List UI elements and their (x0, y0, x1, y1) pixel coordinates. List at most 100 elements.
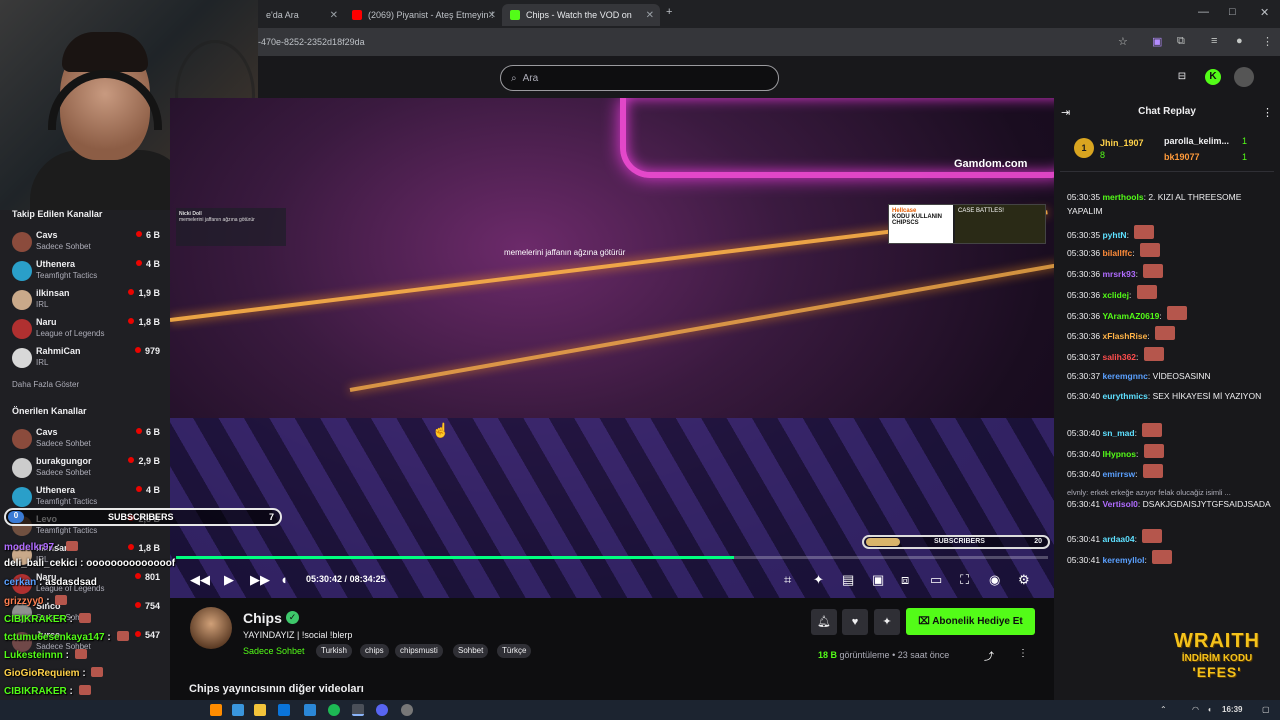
follow-heart-button[interactable]: ♥ (842, 609, 868, 635)
browser-menu-icon[interactable]: ⋮ (1262, 35, 1273, 48)
taskbar-app-icon[interactable] (210, 704, 222, 716)
taskbar-app-icon[interactable] (232, 704, 244, 716)
discord-icon[interactable] (376, 704, 388, 716)
leader-name[interactable]: parolla_kelim... (1164, 136, 1229, 146)
tag[interactable]: chipsmusti (395, 644, 443, 658)
close-icon[interactable]: ✕ (488, 10, 496, 21)
chat-username[interactable]: bilallffc (1102, 248, 1132, 258)
notifications-icon[interactable]: ▢ (1262, 705, 1270, 714)
chat-username[interactable]: lHypnos (1102, 449, 1136, 459)
theater-mode-icon[interactable]: ▭ (930, 572, 942, 588)
share-icon[interactable]: ⤴ (984, 648, 994, 663)
leader-name[interactable]: Jhin_1907 (1100, 138, 1144, 148)
maximize-icon[interactable]: □ (1229, 6, 1236, 18)
browse-icon[interactable]: ⊟ (1174, 69, 1190, 85)
sparkle-button[interactable]: ✦ (874, 609, 900, 635)
taskbar-app-icon[interactable] (304, 704, 316, 716)
stats-icon[interactable]: ▤ (842, 572, 854, 588)
video-player[interactable]: Nicki Doll memelerini jaffanın ağzına gö… (170, 98, 1054, 598)
user-avatar[interactable] (1234, 67, 1254, 87)
tab-search[interactable]: e'da Ara ✕ (258, 4, 344, 26)
bookmark-star-icon[interactable]: ☆ (1118, 35, 1128, 48)
spotify-icon[interactable] (328, 704, 340, 716)
chat-username[interactable]: Vertisol0 (1102, 499, 1137, 509)
chat-username[interactable]: xclidej (1102, 290, 1128, 300)
leader-count: 8 (1100, 150, 1106, 160)
channel-avatar[interactable] (190, 607, 232, 649)
show-more-link[interactable]: Daha Fazla Göster (12, 380, 79, 389)
pip-icon[interactable]: ⧈ (901, 572, 909, 588)
tag[interactable]: Türkçe (497, 644, 532, 658)
rewind-icon[interactable]: ◀◀ (190, 572, 210, 588)
chat-username[interactable]: emirrsw (1102, 469, 1135, 479)
sidebar-item-cavs[interactable]: Cavs Sadece Sohbet 6 B (10, 425, 160, 453)
extension-icon[interactable]: ▣ (1152, 35, 1162, 48)
forward-icon[interactable]: ▶▶ (250, 572, 270, 588)
chat-username[interactable]: eurythmics (1102, 391, 1147, 401)
chat-username[interactable]: sn_mad (1102, 428, 1134, 438)
quality-icon[interactable]: ◉ (989, 572, 1000, 588)
chat-separator: : (1134, 534, 1137, 544)
search-input[interactable]: ⌕ Ara (500, 65, 779, 91)
chat-username[interactable]: salih362 (1102, 352, 1136, 362)
kick-logo-icon[interactable]: K (1205, 69, 1221, 85)
sidebar-item-uthenera[interactable]: Uthenera Teamfight Tactics 4 B (10, 483, 160, 511)
chat-menu-icon[interactable]: ⋮ (1262, 106, 1273, 119)
sidebar-item-uthenera[interactable]: Uthenera Teamfight Tactics 4 B (10, 257, 160, 285)
video-progress-bar[interactable] (176, 556, 1048, 559)
sub-goal-fill (866, 538, 900, 546)
stream-category[interactable]: Sadece Sohbet (243, 646, 305, 656)
chrome-icon[interactable] (352, 704, 364, 716)
clip-icon[interactable]: ⌗ (784, 572, 791, 588)
taskbar-explorer-icon[interactable] (254, 704, 266, 716)
chat-username[interactable]: xFlashRise (1102, 331, 1147, 341)
sidebar-item-rahmican[interactable]: RahmiCan IRL 979 (10, 344, 160, 372)
hellcase-sponsor: Hellcase KODU KULLANIN CHIPSCS CASE BATT… (888, 204, 1046, 244)
sidebar-item-cavs[interactable]: Cavs Sadece Sohbet 6 B (10, 228, 160, 256)
tab-kick[interactable]: Chips - Watch the VOD on ✕ (502, 4, 660, 26)
chat-username[interactable]: ardaa04 (1102, 534, 1134, 544)
notification-bell-button[interactable]: 🔔︎ (811, 609, 837, 635)
chat-username[interactable]: keremyllol (1102, 555, 1144, 565)
volume-icon[interactable]: ◖ (280, 572, 288, 587)
speaker-icon[interactable]: ◖ (1207, 705, 1212, 714)
clock[interactable]: 16:39 (1222, 705, 1242, 714)
chat-username[interactable]: mrsrk93 (1102, 269, 1135, 279)
new-tab-icon[interactable]: + (666, 6, 672, 18)
sidebar-item-ilkinsan[interactable]: ilkinsan IRL 1,9 B (10, 286, 160, 314)
play-icon[interactable]: ▶ (224, 572, 234, 588)
window-close-icon[interactable]: ✕ (1260, 6, 1269, 19)
tag[interactable]: Sohbet (453, 644, 489, 658)
minimize-icon[interactable]: — (1198, 6, 1209, 18)
close-icon[interactable]: ✕ (646, 10, 654, 21)
chat-separator: : (1137, 499, 1141, 509)
chat-username[interactable]: YAramAZ0619 (1102, 311, 1159, 321)
close-icon[interactable]: ✕ (330, 10, 338, 21)
extensions-puzzle-icon[interactable]: ⧉ (1177, 35, 1185, 48)
taskbar-app-icon[interactable] (278, 704, 290, 716)
more-options-icon[interactable]: ⋮ (1018, 648, 1028, 659)
reading-list-icon[interactable]: ≡ (1211, 35, 1217, 47)
chat-username[interactable]: keremgnnc (1102, 371, 1147, 381)
miniplayer-icon[interactable]: ▣ (872, 572, 884, 588)
chat-username[interactable]: merthools (1102, 192, 1143, 202)
highlight-icon[interactable]: ✦ (813, 572, 824, 588)
gamdom-sponsor: Gamdom.com (954, 158, 1028, 170)
sidebar-item-burakgungor[interactable]: burakgungor Sadece Sohbet 2,9 B (10, 454, 160, 482)
chat-username[interactable]: pyhtN (1102, 230, 1126, 240)
fullscreen-icon[interactable]: ⛶ (960, 572, 969, 588)
gift-subscription-button[interactable]: ⌧ Abonelik Hediye Et (906, 608, 1035, 635)
channel-name[interactable]: Chips (243, 610, 282, 626)
tag[interactable]: chips (360, 644, 389, 658)
settings-gear-icon[interactable]: ⚙ (1018, 572, 1030, 588)
tag[interactable]: Turkish (316, 644, 352, 658)
tray-chevron-icon[interactable]: ⌃ (1160, 705, 1167, 714)
taskbar-app-icon[interactable] (401, 704, 413, 716)
sidebar-item-naru[interactable]: Naru League of Legends 1,8 B (10, 315, 160, 343)
wifi-icon[interactable]: ◠ (1192, 705, 1199, 714)
url-text[interactable]: -470e-8252-2352d18f29da (258, 37, 365, 47)
emote-image (78, 685, 91, 695)
profile-icon[interactable]: ● (1236, 35, 1243, 47)
tab-youtube[interactable]: (2069) Piyanist - Ateş Etmeyin ! ✕ (344, 4, 502, 26)
leader-name[interactable]: bk19077 (1164, 152, 1200, 162)
